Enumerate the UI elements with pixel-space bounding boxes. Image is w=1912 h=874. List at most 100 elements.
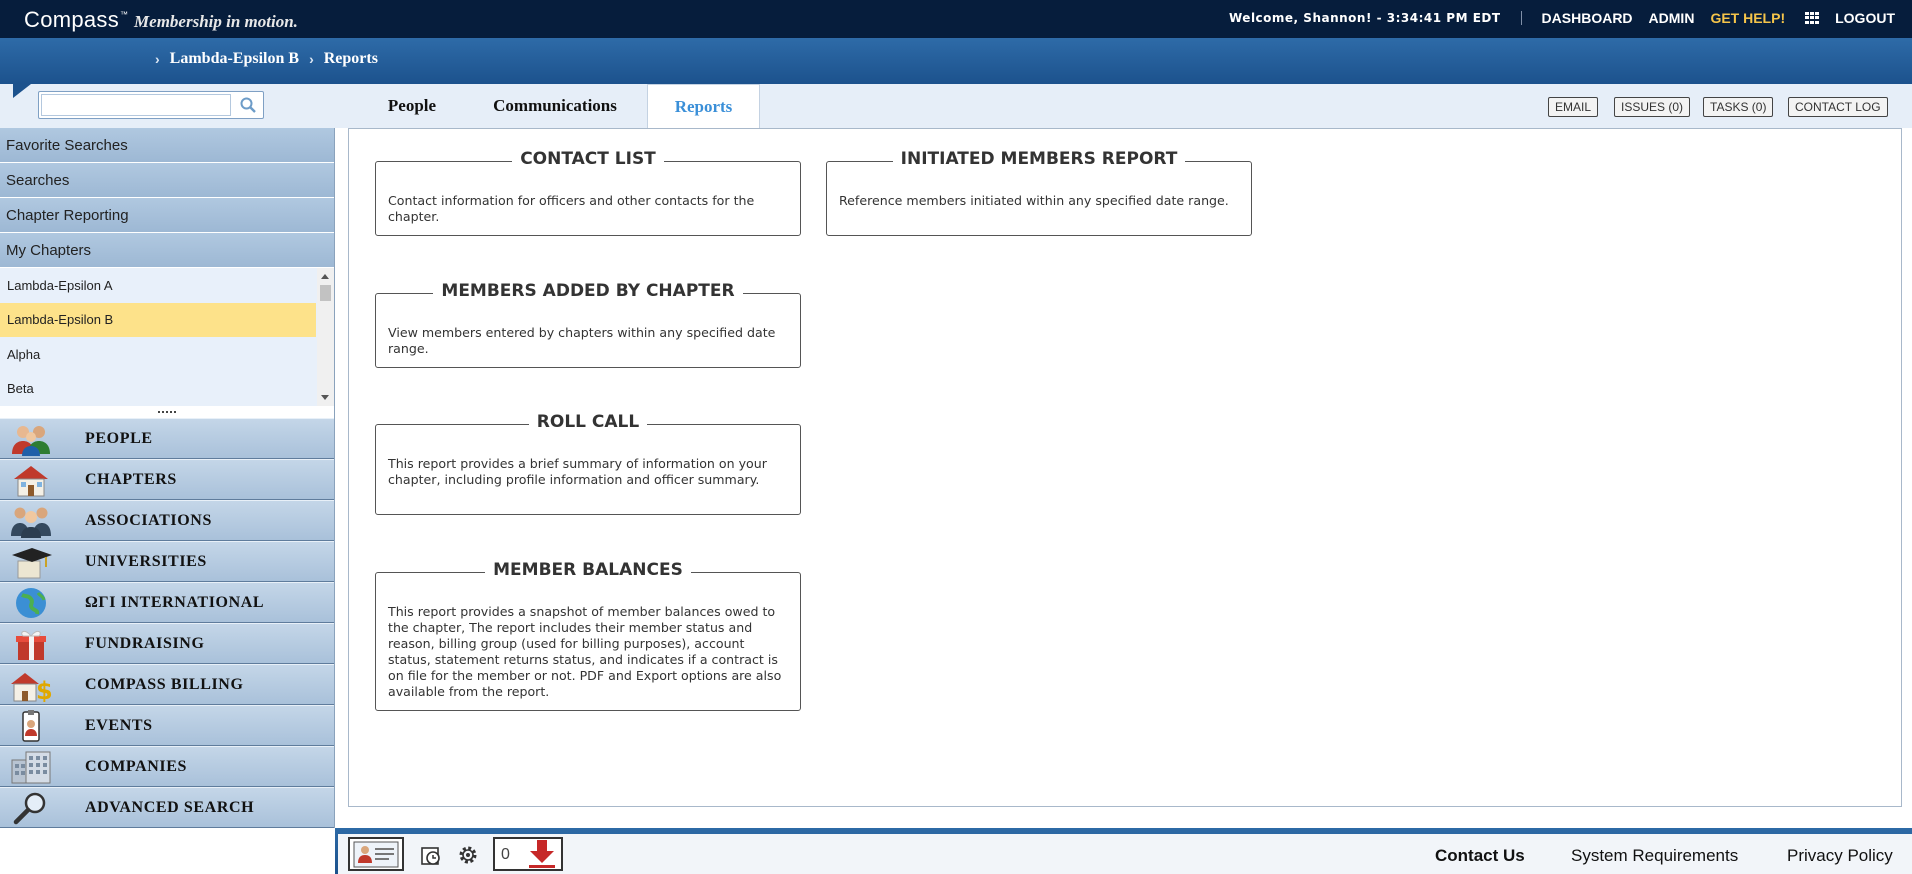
chapter-list: Lambda-Epsilon A Lambda-Epsilon B Alpha … (0, 268, 334, 406)
breadcrumb: › Lambda-Epsilon B › Reports (155, 50, 388, 68)
module-companies[interactable]: COMPANIES (0, 746, 334, 787)
list-item[interactable]: Alpha (0, 337, 316, 372)
module-associations[interactable]: ASSOCIATIONS (0, 500, 334, 541)
tab-band: People Communications Reports EMAIL ISSU… (0, 84, 1912, 129)
nav-divider (1520, 11, 1522, 25)
privacy-policy-link[interactable]: Privacy Policy (1787, 846, 1893, 866)
badge-icon (22, 710, 40, 742)
compass-logo[interactable]: Compass ™ Membership in motion. (24, 7, 298, 33)
dashboard-link[interactable]: DASHBOARD (1542, 10, 1633, 26)
building-icon (11, 751, 51, 784)
favorite-searches-header[interactable]: Favorite Searches (0, 128, 334, 163)
contact-card-button[interactable] (348, 837, 404, 871)
module-label: ΩΓΙ INTERNATIONAL (85, 593, 265, 611)
tab-people[interactable]: People (367, 84, 457, 128)
logout-link[interactable]: LOGOUT (1835, 10, 1895, 26)
svg-text:$: $ (36, 677, 53, 702)
resize-grip[interactable] (0, 406, 334, 418)
scroll-down-icon[interactable] (321, 395, 329, 400)
module-label: COMPANIES (85, 757, 187, 775)
group-icon (11, 507, 51, 538)
report-card-initiated-members[interactable]: INITIATED MEMBERS REPORT Reference membe… (826, 149, 1252, 236)
report-card-contact-list[interactable]: CONTACT LIST Contact information for off… (375, 149, 801, 236)
tab-communications[interactable]: Communications (470, 84, 640, 128)
report-description: This report provides a brief summary of … (388, 456, 767, 487)
issues-button[interactable]: ISSUES (0) (1614, 97, 1691, 117)
download-count: 0 (501, 846, 510, 863)
chevron-right-icon: › (155, 51, 160, 67)
house-icon (14, 466, 48, 497)
gear-icon[interactable] (457, 844, 479, 866)
module-fundraising[interactable]: FUNDRAISING (0, 623, 334, 664)
scroll-up-icon[interactable] (321, 274, 329, 279)
module-compass-billing[interactable]: $ COMPASS BILLING (0, 664, 334, 705)
module-label: ADVANCED SEARCH (85, 798, 255, 816)
report-description: Contact information for officers and oth… (388, 193, 755, 224)
email-button[interactable]: EMAIL (1548, 97, 1599, 117)
tagline: Membership in motion. (134, 12, 298, 31)
contact-us-link[interactable]: Contact Us (1435, 846, 1525, 866)
module-chapters[interactable]: CHAPTERS (0, 459, 334, 500)
tasks-button[interactable]: TASKS (0) (1703, 97, 1774, 117)
breadcrumb-bar: › Lambda-Epsilon B › Reports (0, 38, 1912, 84)
people-icon (12, 426, 50, 456)
report-title[interactable]: ROLL CALL (528, 412, 648, 432)
trademark: ™ (120, 10, 129, 19)
admin-link[interactable]: ADMIN (1649, 10, 1695, 26)
report-description: View members entered by chapters within … (388, 325, 776, 356)
report-title[interactable]: CONTACT LIST (512, 149, 664, 169)
app-window: Compass ™ Membership in motion. Welcome,… (0, 0, 1912, 874)
list-item[interactable]: Beta (0, 372, 316, 407)
gift-icon (16, 630, 46, 660)
module-label: UNIVERSITIES (85, 552, 207, 570)
system-requirements-link[interactable]: System Requirements (1571, 846, 1738, 866)
billing-icon: $ (11, 673, 53, 702)
search-input[interactable] (41, 94, 231, 116)
breadcrumb-reports[interactable]: Reports (324, 50, 378, 68)
report-card-members-added[interactable]: MEMBERS ADDED BY CHAPTER View members en… (375, 281, 801, 368)
globe-icon (16, 588, 46, 618)
module-universities[interactable]: UNIVERSITIES (0, 541, 334, 582)
chevron-right-icon: › (309, 51, 314, 67)
module-label: ASSOCIATIONS (85, 511, 212, 529)
module-advanced-search[interactable]: ADVANCED SEARCH (0, 787, 334, 828)
module-label: EVENTS (85, 716, 153, 734)
scroll-thumb[interactable] (320, 285, 331, 301)
footer-inner: 0 Contact Us System Requirements Privacy… (338, 834, 1912, 874)
report-title[interactable]: INITIATED MEMBERS REPORT (892, 149, 1186, 169)
graduation-cap-icon (12, 548, 52, 579)
chapter-list-scrollbar[interactable] (317, 268, 334, 406)
report-card-roll-call[interactable]: ROLL CALL This report provides a brief s… (375, 412, 801, 515)
report-title[interactable]: MEMBER BALANCES (485, 560, 691, 580)
download-icon (529, 840, 555, 868)
list-item-selected[interactable]: Lambda-Epsilon B (0, 302, 316, 337)
searches-header[interactable]: Searches (0, 163, 334, 198)
sidebar: Favorite Searches Searches Chapter Repor… (0, 128, 335, 828)
get-help-link[interactable]: GET HELP! (1710, 10, 1785, 26)
welcome-text: Welcome, Shannon! - 3:34:41 PM EDT (1229, 11, 1501, 25)
module-people[interactable]: PEOPLE (0, 418, 334, 459)
reports-panel: CONTACT LIST Contact information for off… (348, 128, 1902, 807)
breadcrumb-chapter[interactable]: Lambda-Epsilon B (170, 50, 299, 68)
module-label: COMPASS BILLING (85, 675, 244, 693)
module-label: CHAPTERS (85, 470, 177, 488)
my-chapters-header[interactable]: My Chapters (0, 233, 334, 268)
report-title[interactable]: MEMBERS ADDED BY CHAPTER (433, 281, 743, 301)
footer-bar: 0 Contact Us System Requirements Privacy… (335, 828, 1912, 874)
grid-icon[interactable] (1805, 12, 1820, 24)
clock-icon[interactable] (420, 844, 442, 866)
top-nav: Welcome, Shannon! - 3:34:41 PM EDT DASHB… (1229, 0, 1895, 36)
chapter-reporting-header[interactable]: Chapter Reporting (0, 198, 334, 233)
search-button[interactable] (235, 94, 261, 116)
downloads-button[interactable]: 0 (493, 837, 563, 871)
contact-card-icon (353, 841, 399, 868)
list-item[interactable]: Lambda-Epsilon A (0, 268, 316, 303)
top-bar: Compass ™ Membership in motion. Welcome,… (0, 0, 1912, 38)
tab-reports[interactable]: Reports (647, 84, 760, 129)
module-events[interactable]: EVENTS (0, 705, 334, 746)
module-international[interactable]: ΩΓΙ INTERNATIONAL (0, 582, 334, 623)
report-card-member-balances[interactable]: MEMBER BALANCES This report provides a s… (375, 560, 801, 711)
contact-log-button[interactable]: CONTACT LOG (1788, 97, 1888, 117)
report-description: This report provides a snapshot of membe… (388, 604, 782, 699)
module-label: FUNDRAISING (85, 634, 205, 652)
